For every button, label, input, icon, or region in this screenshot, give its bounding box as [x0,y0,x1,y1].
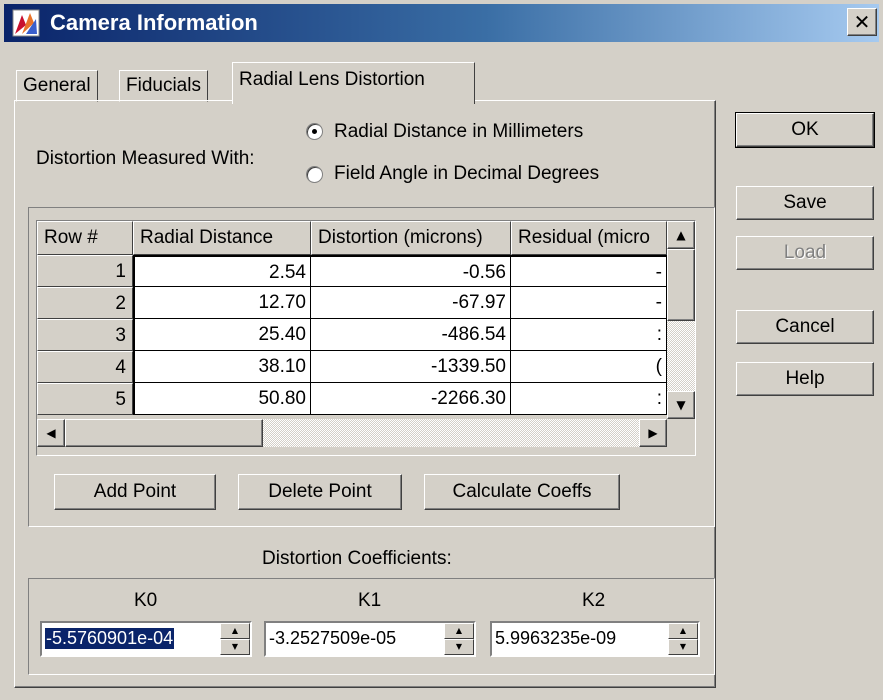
cell-radial-distance[interactable]: 25.40 [133,319,311,351]
delete-point-button[interactable]: Delete Point [238,474,402,510]
scroll-right-arrow-icon: ▶ [648,426,658,440]
k0-spin-up-button[interactable]: ▲ [220,623,250,639]
ok-button[interactable]: OK [735,112,875,148]
distortion-measured-label: Distortion Measured With: [36,148,255,169]
spin-down-arrow-icon: ▼ [679,642,687,651]
tab-radial-lens-distortion[interactable]: Radial Lens Distortion [232,62,475,104]
k1-spin-down-button[interactable]: ▼ [444,639,474,655]
cell-radial-distance[interactable]: 12.70 [133,287,311,319]
k0-input-value[interactable]: -5.5760901e-04 [45,628,175,649]
k2-spin-down-button[interactable]: ▼ [668,639,698,655]
k2-input-value[interactable]: 5.9963235e-09 [495,628,616,649]
row-header[interactable]: 4 [37,351,133,383]
vertical-scrollbar[interactable]: ▲ ▼ [667,221,695,419]
k0-spin-field[interactable]: -5.5760901e-04 ▲ ▼ [40,621,252,657]
camera-information-dialog: Camera Information ✕ General Fiducials R… [0,0,883,700]
tab-fiducials[interactable]: Fiducials [119,70,208,102]
row-header[interactable]: 2 [37,287,133,319]
horizontal-scrollbar[interactable]: ◀ ▶ [37,419,667,447]
add-point-label: Add Point [93,481,177,502]
radio-field-angle-label[interactable]: Field Angle in Decimal Degrees [334,163,599,185]
cell-residual[interactable]: ( [511,351,667,383]
spin-up-arrow-icon: ▲ [679,626,687,635]
title-bar[interactable]: Camera Information ✕ [4,4,879,42]
column-header-residual[interactable]: Residual (micro [511,221,667,255]
scroll-right-button[interactable]: ▶ [639,419,667,447]
window-title: Camera Information [50,10,258,35]
k1-spin-field[interactable]: -3.2527509e-05 ▲ ▼ [264,621,476,657]
cell-radial-distance[interactable]: 38.10 [133,351,311,383]
cell-distortion[interactable]: -67.97 [311,287,511,319]
close-icon: ✕ [853,10,871,34]
distortion-coefficients-heading: Distortion Coefficients: [262,548,452,569]
k2-spin-up-button[interactable]: ▲ [668,623,698,639]
camera-app-icon [12,9,40,37]
tab-radial-lens-distortion-label: Radial Lens Distortion [239,69,425,90]
tab-general-label: General [23,75,91,96]
column-header-radial-distance[interactable]: Radial Distance [133,221,311,255]
scroll-left-button[interactable]: ◀ [37,419,65,447]
column-header-distortion[interactable]: Distortion (microns) [311,221,511,255]
load-label: Load [783,242,827,263]
help-label: Help [785,368,825,389]
k1-label: K1 [358,590,382,611]
tab-general[interactable]: General [16,70,98,102]
column-header-row-number[interactable]: Row # [37,221,133,255]
add-point-button[interactable]: Add Point [54,474,216,510]
radio-radial-distance-label[interactable]: Radial Distance in Millimeters [334,121,583,143]
k2-spin-buttons[interactable]: ▲ ▼ [668,623,698,655]
row-header[interactable]: 1 [37,255,133,287]
scroll-left-arrow-icon: ◀ [46,426,56,440]
cell-residual[interactable]: - [511,287,667,319]
vertical-scroll-thumb[interactable] [667,249,695,321]
cell-radial-distance[interactable]: 2.54 [133,255,311,287]
cell-residual[interactable]: - [511,255,667,287]
calculate-coeffs-label: Calculate Coeffs [452,481,592,502]
row-header[interactable]: 5 [37,383,133,415]
spin-down-arrow-icon: ▼ [455,642,463,651]
cancel-label: Cancel [775,316,835,337]
save-label: Save [783,192,827,213]
delete-point-label: Delete Point [268,481,372,502]
row-header[interactable]: 3 [37,319,133,351]
close-button[interactable]: ✕ [847,8,877,36]
help-button[interactable]: Help [736,362,874,396]
k0-label: K0 [134,590,158,611]
cell-radial-distance[interactable]: 50.80 [133,383,311,415]
k1-input-value[interactable]: -3.2527509e-05 [269,628,396,649]
cell-distortion[interactable]: -486.54 [311,319,511,351]
scroll-down-arrow-icon: ▼ [676,398,686,412]
scroll-up-button[interactable]: ▲ [667,221,695,249]
spin-down-arrow-icon: ▼ [231,642,239,651]
k1-spin-up-button[interactable]: ▲ [444,623,474,639]
radio-field-angle[interactable] [306,166,323,183]
scroll-up-arrow-icon: ▲ [676,228,686,242]
cancel-button[interactable]: Cancel [736,310,874,344]
spin-up-arrow-icon: ▲ [231,626,239,635]
scrollbar-corner [667,419,695,447]
horizontal-scroll-thumb[interactable] [65,419,263,447]
save-button[interactable]: Save [736,186,874,220]
distortion-grid[interactable]: Row # Radial Distance Distortion (micron… [36,220,696,456]
k2-label: K2 [582,590,606,611]
calculate-coeffs-button[interactable]: Calculate Coeffs [424,474,620,510]
tab-fiducials-label: Fiducials [126,75,201,96]
radio-radial-distance[interactable] [306,123,323,140]
k1-spin-buttons[interactable]: ▲ ▼ [444,623,474,655]
cell-distortion[interactable]: -2266.30 [311,383,511,415]
cell-distortion[interactable]: -1339.50 [311,351,511,383]
k0-spin-down-button[interactable]: ▼ [220,639,250,655]
spin-up-arrow-icon: ▲ [455,626,463,635]
cell-residual[interactable]: : [511,383,667,415]
k0-spin-buttons[interactable]: ▲ ▼ [220,623,250,655]
k2-spin-field[interactable]: 5.9963235e-09 ▲ ▼ [490,621,700,657]
load-button[interactable]: Load [736,236,874,270]
cell-residual[interactable]: : [511,319,667,351]
ok-label: OK [791,119,819,140]
scroll-down-button[interactable]: ▼ [667,391,695,419]
cell-distortion[interactable]: -0.56 [311,255,511,287]
